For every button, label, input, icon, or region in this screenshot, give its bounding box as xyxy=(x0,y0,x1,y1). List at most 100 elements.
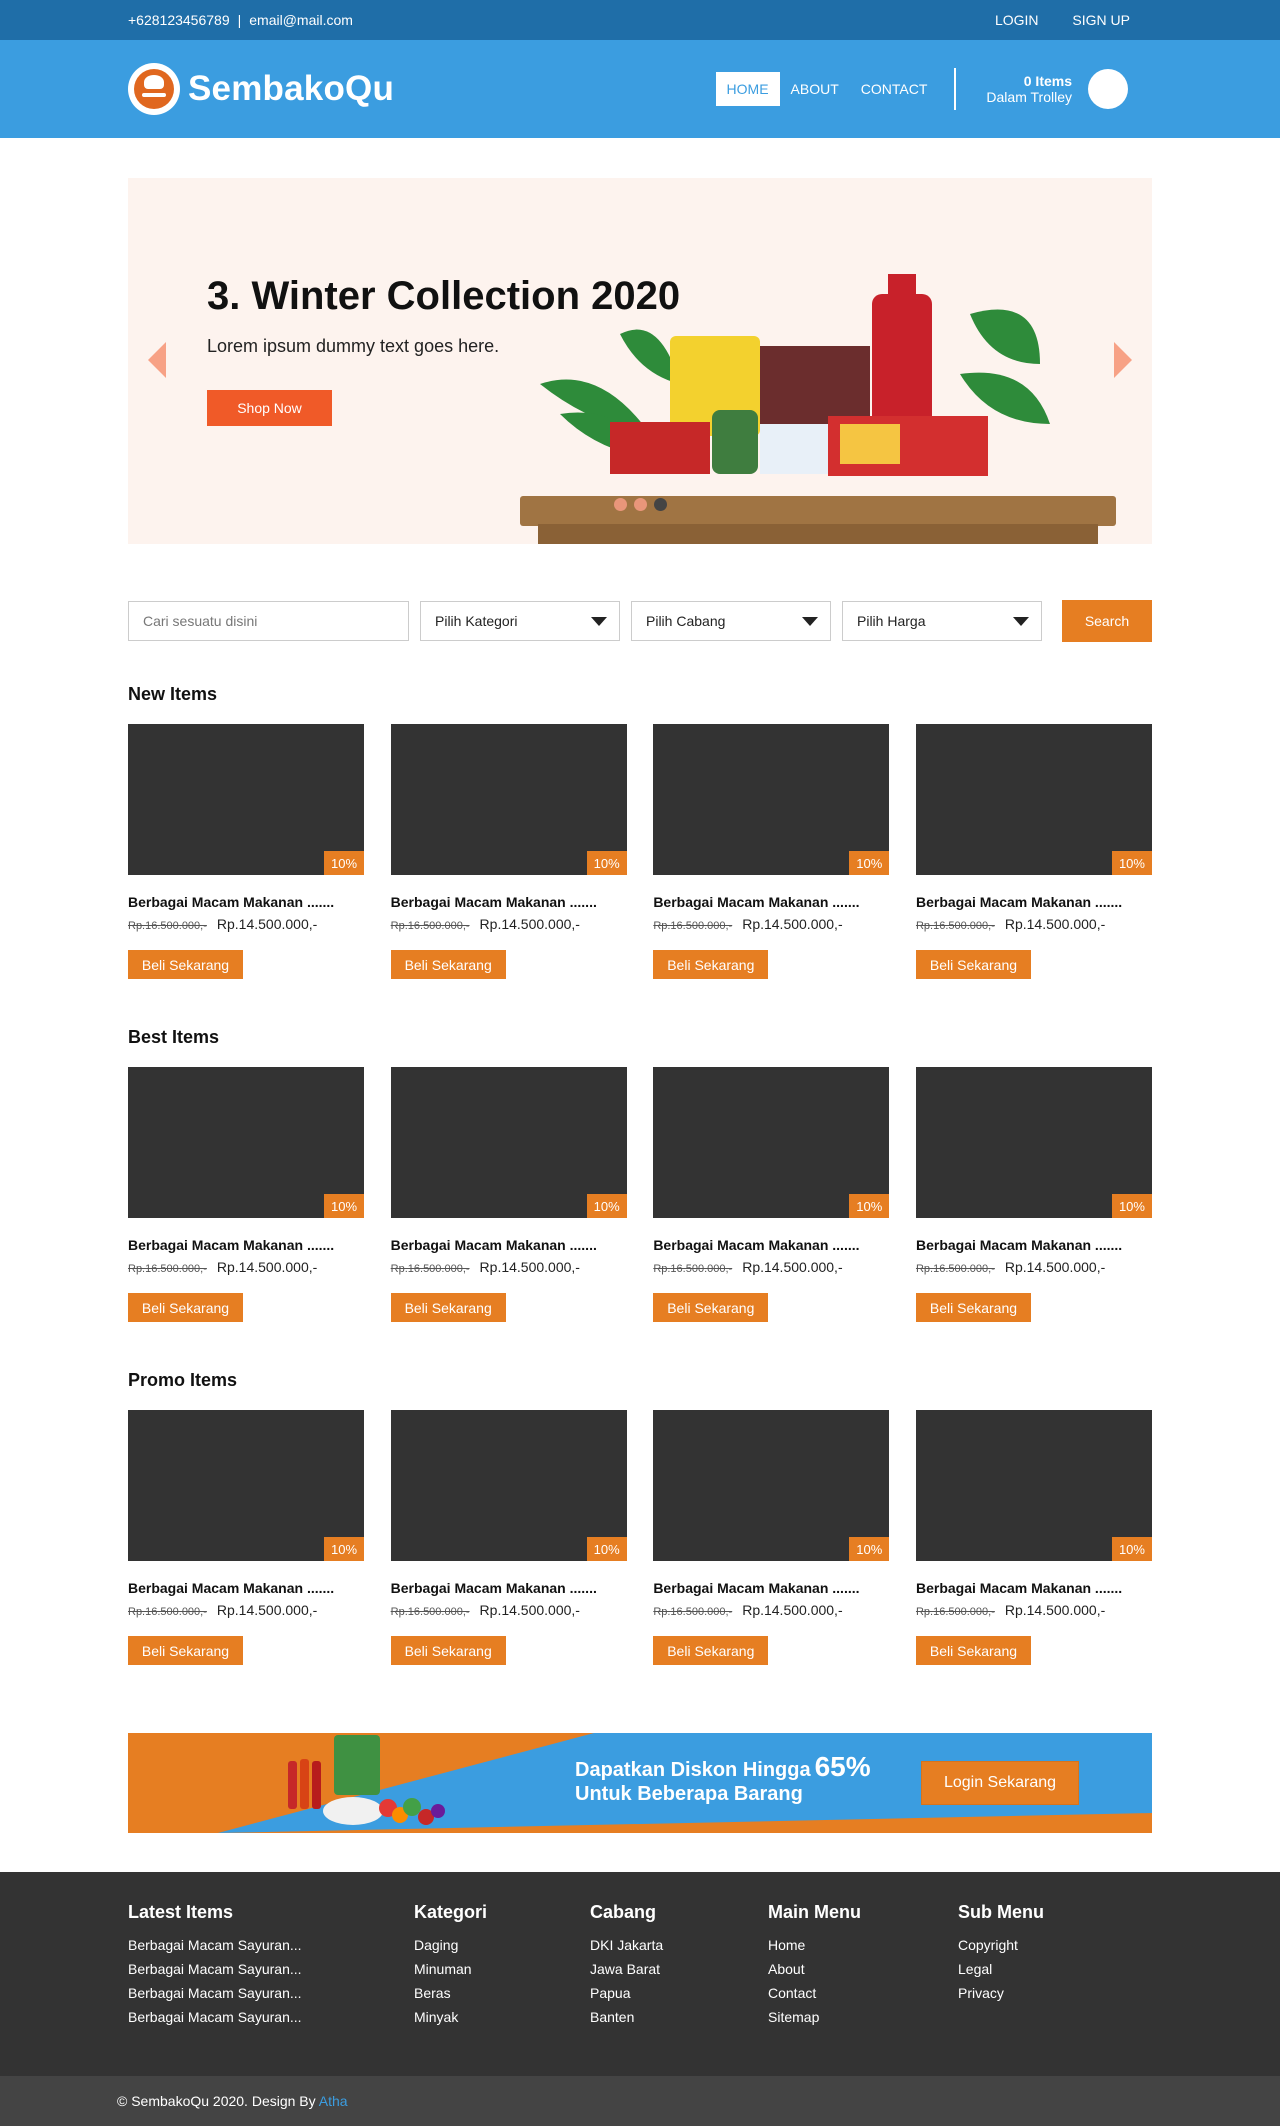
buy-now-button[interactable]: Beli Sekarang xyxy=(390,1293,506,1322)
brand-logo[interactable]: SembakoQu xyxy=(128,63,394,115)
nav-contact[interactable]: CONTACT xyxy=(850,72,939,106)
product-image[interactable]: 10% xyxy=(390,1067,627,1218)
discount-badge: 10% xyxy=(586,1194,627,1218)
footer-link[interactable]: Home xyxy=(768,1937,958,1953)
footer-link[interactable]: Contact xyxy=(768,1985,958,2001)
product-image[interactable]: 10% xyxy=(915,724,1152,875)
buy-now-button[interactable]: Beli Sekarang xyxy=(653,1293,769,1322)
product-card[interactable]: 10% Berbagai Macam Makanan ....... Rp.16.5… xyxy=(653,724,890,979)
new-items-section: New Items 10% Berbagai Macam Makanan ....… xyxy=(128,684,1152,979)
buy-now-button[interactable]: Beli Sekarang xyxy=(128,1293,243,1322)
buy-now-button[interactable]: Beli Sekarang xyxy=(915,950,1031,979)
product-name[interactable]: Berbagai Macam Makanan ....... xyxy=(128,894,364,910)
search-input[interactable]: Cari sesuatu disini xyxy=(128,601,409,641)
product-image[interactable]: 10% xyxy=(128,1410,364,1561)
footer-link[interactable]: Copyright xyxy=(958,1937,1044,1953)
buy-now-button[interactable]: Beli Sekarang xyxy=(390,1636,506,1665)
product-card[interactable]: 10% Berbagai Macam Makanan ....... Rp.16.5… xyxy=(390,1410,627,1665)
buy-now-button[interactable]: Beli Sekarang xyxy=(390,950,506,979)
footer-link[interactable]: DKI Jakarta xyxy=(590,1937,768,1953)
product-name[interactable]: Berbagai Macam Makanan ....... xyxy=(916,1580,1152,1596)
buy-now-button[interactable]: Beli Sekarang xyxy=(915,1293,1031,1322)
product-card[interactable]: 10% Berbagai Macam Makanan ....... Rp.16.5… xyxy=(915,1067,1152,1322)
old-price: Rp.16.500.000,- xyxy=(915,1263,995,1275)
product-price: Rp.16.500.000,- Rp.14.500.000,- xyxy=(391,1259,627,1275)
slider-next-arrow-icon[interactable] xyxy=(1114,342,1132,378)
signup-link[interactable]: SIGN UP xyxy=(1072,12,1130,28)
footer-link[interactable]: Papua xyxy=(590,1985,768,2001)
copyright-bar: © SembakoQu 2020. Design By Atha xyxy=(0,2076,1280,2126)
product-card[interactable]: 10% Berbagai Macam Makanan ....... Rp.16.5… xyxy=(128,1410,364,1665)
product-card[interactable]: 10% Berbagai Macam Makanan ....... Rp.16.5… xyxy=(653,1410,890,1665)
slider-dot[interactable] xyxy=(614,498,627,511)
designer-link[interactable]: Atha xyxy=(319,2093,348,2109)
product-card[interactable]: 10% Berbagai Macam Makanan ....... Rp.16.5… xyxy=(915,724,1152,979)
category-select[interactable]: Pilih Kategori xyxy=(420,601,620,641)
footer-link[interactable]: Banten xyxy=(590,2009,768,2025)
nav-about[interactable]: ABOUT xyxy=(780,72,850,106)
product-image[interactable]: 10% xyxy=(390,724,627,875)
product-image[interactable]: 10% xyxy=(128,1067,364,1218)
footer-link[interactable]: Minyak xyxy=(414,2009,590,2025)
product-name[interactable]: Berbagai Macam Makanan ....... xyxy=(653,894,889,910)
product-image[interactable]: 10% xyxy=(128,724,364,875)
slider-dot-active[interactable] xyxy=(654,498,667,511)
phone-number: +628123456789 xyxy=(128,12,230,28)
product-name[interactable]: Berbagai Macam Makanan ....... xyxy=(391,894,627,910)
footer-link[interactable]: Privacy xyxy=(958,1985,1044,2001)
product-name[interactable]: Berbagai Macam Makanan ....... xyxy=(916,1237,1152,1253)
footer-link[interactable]: Berbagai Macam Sayuran... xyxy=(128,1937,414,1953)
footer-link[interactable]: Berbagai Macam Sayuran... xyxy=(128,1985,414,2001)
buy-now-button[interactable]: Beli Sekarang xyxy=(915,1636,1031,1665)
buy-now-button[interactable]: Beli Sekarang xyxy=(128,1636,243,1665)
footer-link[interactable]: Legal xyxy=(958,1961,1044,1977)
product-image[interactable]: 10% xyxy=(390,1410,627,1561)
buy-now-button[interactable]: Beli Sekarang xyxy=(128,950,243,979)
product-image[interactable]: 10% xyxy=(653,1067,890,1218)
product-card[interactable]: 10% Berbagai Macam Makanan ....... Rp.16.5… xyxy=(128,1067,364,1322)
footer-link[interactable]: Berbagai Macam Sayuran... xyxy=(128,1961,414,1977)
product-name[interactable]: Berbagai Macam Makanan ....... xyxy=(916,894,1152,910)
buy-now-button[interactable]: Beli Sekarang xyxy=(653,1636,769,1665)
nav-home[interactable]: HOME xyxy=(715,72,780,106)
product-card[interactable]: 10% Berbagai Macam Makanan ....... Rp.16.5… xyxy=(128,724,364,979)
buy-now-button[interactable]: Beli Sekarang xyxy=(653,950,769,979)
cart-icon[interactable] xyxy=(1088,69,1128,109)
product-card[interactable]: 10% Berbagai Macam Makanan ....... Rp.16.5… xyxy=(915,1410,1152,1665)
product-name[interactable]: Berbagai Macam Makanan ....... xyxy=(128,1237,364,1253)
shop-now-button[interactable]: Shop Now xyxy=(207,390,332,426)
product-card[interactable]: 10% Berbagai Macam Makanan ....... Rp.16.5… xyxy=(653,1067,890,1322)
footer-link[interactable]: Sitemap xyxy=(768,2009,958,2025)
footer-link[interactable]: About xyxy=(768,1961,958,1977)
product-image[interactable]: 10% xyxy=(653,724,890,875)
slider-dot[interactable] xyxy=(634,498,647,511)
product-image[interactable]: 10% xyxy=(915,1067,1152,1218)
product-name[interactable]: Berbagai Macam Makanan ....... xyxy=(391,1580,627,1596)
login-now-button[interactable]: Login Sekarang xyxy=(921,1761,1079,1805)
product-image[interactable]: 10% xyxy=(915,1410,1152,1561)
old-price: Rp.16.500.000,- xyxy=(128,1606,207,1618)
footer-link[interactable]: Minuman xyxy=(414,1961,590,1977)
product-card[interactable]: 10% Berbagai Macam Makanan ....... Rp.16.5… xyxy=(390,1067,627,1322)
footer-link[interactable]: Jawa Barat xyxy=(590,1961,768,1977)
product-card[interactable]: 10% Berbagai Macam Makanan ....... Rp.16.5… xyxy=(390,724,627,979)
cart-summary[interactable]: 0 Items Dalam Trolley xyxy=(986,73,1072,105)
copyright-label: © SembakoQu 2020. Design By xyxy=(117,2093,316,2109)
slider-prev-arrow-icon[interactable] xyxy=(148,342,166,378)
banner-line2: Untuk Beberapa Barang xyxy=(575,1783,803,1805)
login-link[interactable]: LOGIN xyxy=(995,12,1039,28)
product-name[interactable]: Berbagai Macam Makanan ....... xyxy=(128,1580,364,1596)
banner-line1: Dapatkan Diskon Hingga xyxy=(575,1759,811,1781)
footer-link[interactable]: Berbagai Macam Sayuran... xyxy=(128,2009,414,2025)
branch-select[interactable]: Pilih Cabang xyxy=(631,601,831,641)
footer-link[interactable]: Beras xyxy=(414,1985,590,2001)
product-name[interactable]: Berbagai Macam Makanan ....... xyxy=(653,1237,889,1253)
product-name[interactable]: Berbagai Macam Makanan ....... xyxy=(391,1237,627,1253)
search-button[interactable]: Search xyxy=(1062,600,1152,642)
footer-link[interactable]: Daging xyxy=(414,1937,590,1953)
copyright-text: © SembakoQu 2020. Design By Atha xyxy=(117,2093,348,2109)
price-select[interactable]: Pilih Harga xyxy=(842,601,1042,641)
footer-heading: Sub Menu xyxy=(958,1902,1044,1922)
product-name[interactable]: Berbagai Macam Makanan ....... xyxy=(653,1580,889,1596)
product-image[interactable]: 10% xyxy=(653,1410,890,1561)
